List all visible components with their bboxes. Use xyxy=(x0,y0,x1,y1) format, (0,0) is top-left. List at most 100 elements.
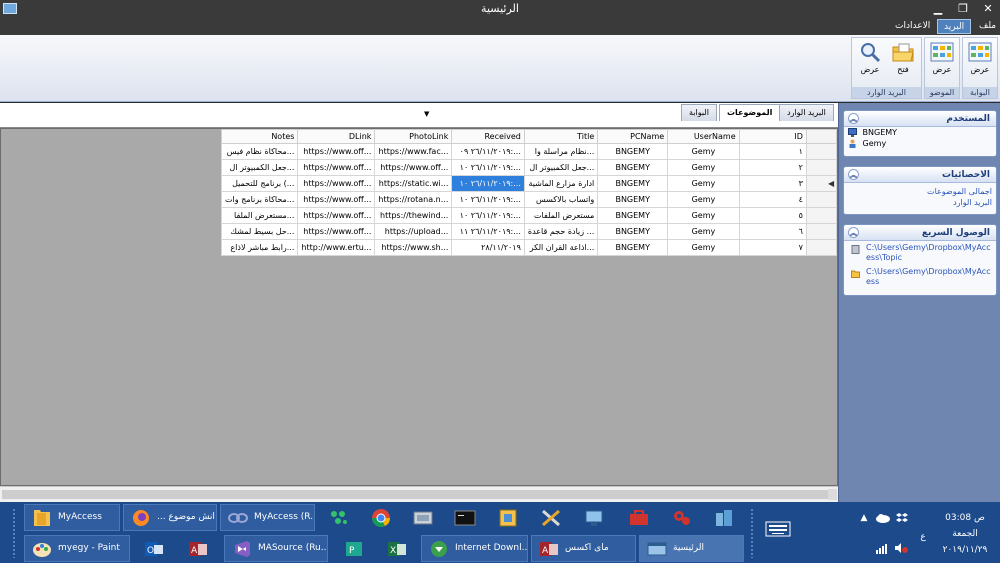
cell-id[interactable]: ٤ xyxy=(738,191,807,208)
cell-id[interactable]: ٥ xyxy=(738,207,807,224)
column-header-username[interactable]: UserName xyxy=(667,129,740,144)
scrollbar-thumb[interactable] xyxy=(2,490,828,499)
table-row[interactable]: حل بسيط لمشك... https://www.off... https:/… xyxy=(220,223,838,240)
input-language[interactable]: ع xyxy=(916,532,930,542)
volume-icon[interactable] xyxy=(894,542,908,554)
table-row[interactable]: رابط مباشر لاذاع... http://www.ertu... htt… xyxy=(220,239,838,256)
dropbox-icon[interactable] xyxy=(896,512,908,524)
cell-notes[interactable]: محاكاة نظام فيس... xyxy=(220,143,299,160)
cell-title[interactable]: نظام مراسلة وا... xyxy=(523,143,599,160)
taskbar-app-icon[interactable] xyxy=(325,504,353,532)
taskbar-item-paint[interactable]: myegy - Paint xyxy=(24,535,130,562)
cell-title[interactable]: ادارة مزارع الماشية xyxy=(523,175,599,192)
cell-dlink[interactable]: https://www.off... xyxy=(297,175,376,192)
cell-notes[interactable]: محاكاة برنامج وات... xyxy=(220,191,299,208)
cell-dlink[interactable]: http://www.ertu... xyxy=(297,239,376,256)
menu-file[interactable]: ملف xyxy=(973,19,1000,34)
cell-dlink[interactable]: https://www.off... xyxy=(297,143,376,160)
cell-username[interactable]: Gemy xyxy=(667,239,740,256)
portal-view-button[interactable]: عرض xyxy=(965,40,995,86)
cell-received[interactable]: ٢٦/١١/٢٠١٩ ١٠:... xyxy=(451,159,525,176)
column-header-notes[interactable]: Notes xyxy=(220,129,299,144)
cell-pcname[interactable]: BNGEMY xyxy=(597,207,669,224)
taskbar-excel[interactable]: X xyxy=(383,535,411,563)
cell-photolink[interactable]: https://www.fac... xyxy=(374,143,453,160)
taskbar-app-icon[interactable] xyxy=(625,504,653,532)
dropdown-arrow-icon[interactable]: ▼ xyxy=(424,110,429,118)
cell-notes[interactable]: مستعرض الملفا... xyxy=(220,207,299,224)
cell-username[interactable]: Gemy xyxy=(667,191,740,208)
quick-access-item-folder[interactable]: C:\Users\Gemy\Dropbox\MyAccess xyxy=(844,265,996,289)
row-selector[interactable] xyxy=(805,159,838,176)
cell-received[interactable]: ٢٦/١١/٢٠١٩ ١٠:... xyxy=(451,175,525,192)
column-header-title[interactable]: Title xyxy=(523,129,599,144)
taskbar-app-icon[interactable] xyxy=(537,504,565,532)
clock-time[interactable]: ص 03:08 xyxy=(935,513,995,523)
cell-notes[interactable]: حل بسيط لمشك... xyxy=(220,223,299,240)
minimize-button[interactable]: ▁ xyxy=(926,0,950,18)
taskbar-app-icon[interactable] xyxy=(494,504,522,532)
keyboard-icon[interactable] xyxy=(765,520,791,538)
row-selector[interactable] xyxy=(805,207,838,224)
cell-username[interactable]: Gemy xyxy=(667,223,740,240)
table-row[interactable]: برنامج للتحميل (... https://www.off... htt… xyxy=(220,175,838,192)
cell-id[interactable]: ٧ xyxy=(738,239,807,256)
cell-dlink[interactable]: https://www.off... xyxy=(297,159,376,176)
collapse-icon[interactable]: ︽ xyxy=(848,227,859,238)
table-row[interactable]: مستعرض الملفا... https://www.off... https:… xyxy=(220,207,838,224)
taskbar-cmd[interactable] xyxy=(451,504,479,532)
cell-dlink[interactable]: https://www.off... xyxy=(297,207,376,224)
cell-photolink[interactable]: https://upload... xyxy=(374,223,453,240)
taskbar-outlook[interactable]: O xyxy=(140,535,168,563)
cell-title[interactable]: واتساب بالاكسس xyxy=(523,191,599,208)
cell-pcname[interactable]: BNGEMY xyxy=(597,143,669,160)
cell-id[interactable]: ٣ xyxy=(738,175,807,192)
tab-topics[interactable]: الموضوعات xyxy=(719,104,781,122)
cell-received[interactable]: ٢٦/١١/٢٠١٩ ١٠:... xyxy=(451,207,525,224)
cell-title[interactable]: مستعرض الملفات xyxy=(523,207,599,224)
cell-username[interactable]: Gemy xyxy=(667,175,740,192)
cell-photolink[interactable]: https://static.wi... xyxy=(374,175,453,192)
cell-username[interactable]: Gemy xyxy=(667,159,740,176)
cell-notes[interactable]: جعل الكمبيوتر ال... xyxy=(220,159,299,176)
cell-photolink[interactable]: https://www.sh... xyxy=(374,239,453,256)
menu-settings[interactable]: الاعدادات xyxy=(889,19,936,34)
topics-view-button[interactable]: عرض xyxy=(927,40,957,86)
taskbar-app-icon[interactable] xyxy=(710,504,738,532)
cell-username[interactable]: Gemy xyxy=(667,143,740,160)
scrollbar-end-button[interactable] xyxy=(828,489,837,500)
cell-title[interactable]: جعل الكمبيوتر ال... xyxy=(523,159,599,176)
cell-received[interactable]: ٢٨/١١/٢٠١٩ xyxy=(451,239,525,256)
column-header-received[interactable]: Received xyxy=(451,129,525,144)
cell-photolink[interactable]: https://rotana.n... xyxy=(374,191,453,208)
cell-title[interactable]: اذاعة القران الكر... xyxy=(523,239,599,256)
cell-pcname[interactable]: BNGEMY xyxy=(597,239,669,256)
row-selector[interactable] xyxy=(805,191,838,208)
column-header-photolink[interactable]: PhotoLink xyxy=(374,129,453,144)
taskbar-access[interactable]: A xyxy=(184,535,212,563)
network-signal-icon[interactable] xyxy=(876,542,888,554)
cell-id[interactable]: ٦ xyxy=(738,223,807,240)
cell-pcname[interactable]: BNGEMY xyxy=(597,175,669,192)
stats-inbox[interactable]: البريد الوارد xyxy=(844,197,996,208)
column-header-id[interactable]: ID xyxy=(738,129,807,144)
taskbar-app-icon[interactable]: P xyxy=(340,535,368,563)
cell-notes[interactable]: برنامج للتحميل (... xyxy=(220,175,299,192)
column-header-dlink[interactable]: DLink xyxy=(297,129,376,144)
inbox-open-button[interactable]: فتح xyxy=(888,40,918,86)
cell-received[interactable]: ٢٦/١١/٢٠١٩ ١٠:... xyxy=(451,191,525,208)
quick-access-item-topic[interactable]: C:\Users\Gemy\Dropbox\MyAccess\Topic xyxy=(844,241,996,265)
cell-received[interactable]: ٢٦/١١/٢٠١٩ ١١:... xyxy=(451,223,525,240)
table-row[interactable]: جعل الكمبيوتر ال... https://www.off... htt… xyxy=(220,159,838,176)
tab-inbox[interactable]: البريد الوارد xyxy=(779,104,834,121)
cell-pcname[interactable]: BNGEMY xyxy=(597,191,669,208)
horizontal-scrollbar[interactable] xyxy=(0,486,838,502)
taskbar-app-icon[interactable] xyxy=(409,504,437,532)
table-row[interactable]: محاكاة برنامج وات... https://www.off... ht… xyxy=(220,191,838,208)
taskbar-chrome[interactable] xyxy=(367,504,395,532)
cell-photolink[interactable]: https://thewind... xyxy=(374,207,453,224)
row-selector[interactable] xyxy=(805,239,838,256)
collapse-icon[interactable]: ︽ xyxy=(848,169,859,180)
cell-title[interactable]: زيادة حجم قاعدة ... xyxy=(523,223,599,240)
taskbar-item-myaccess-vs[interactable]: MyAccess (R... xyxy=(220,504,315,531)
